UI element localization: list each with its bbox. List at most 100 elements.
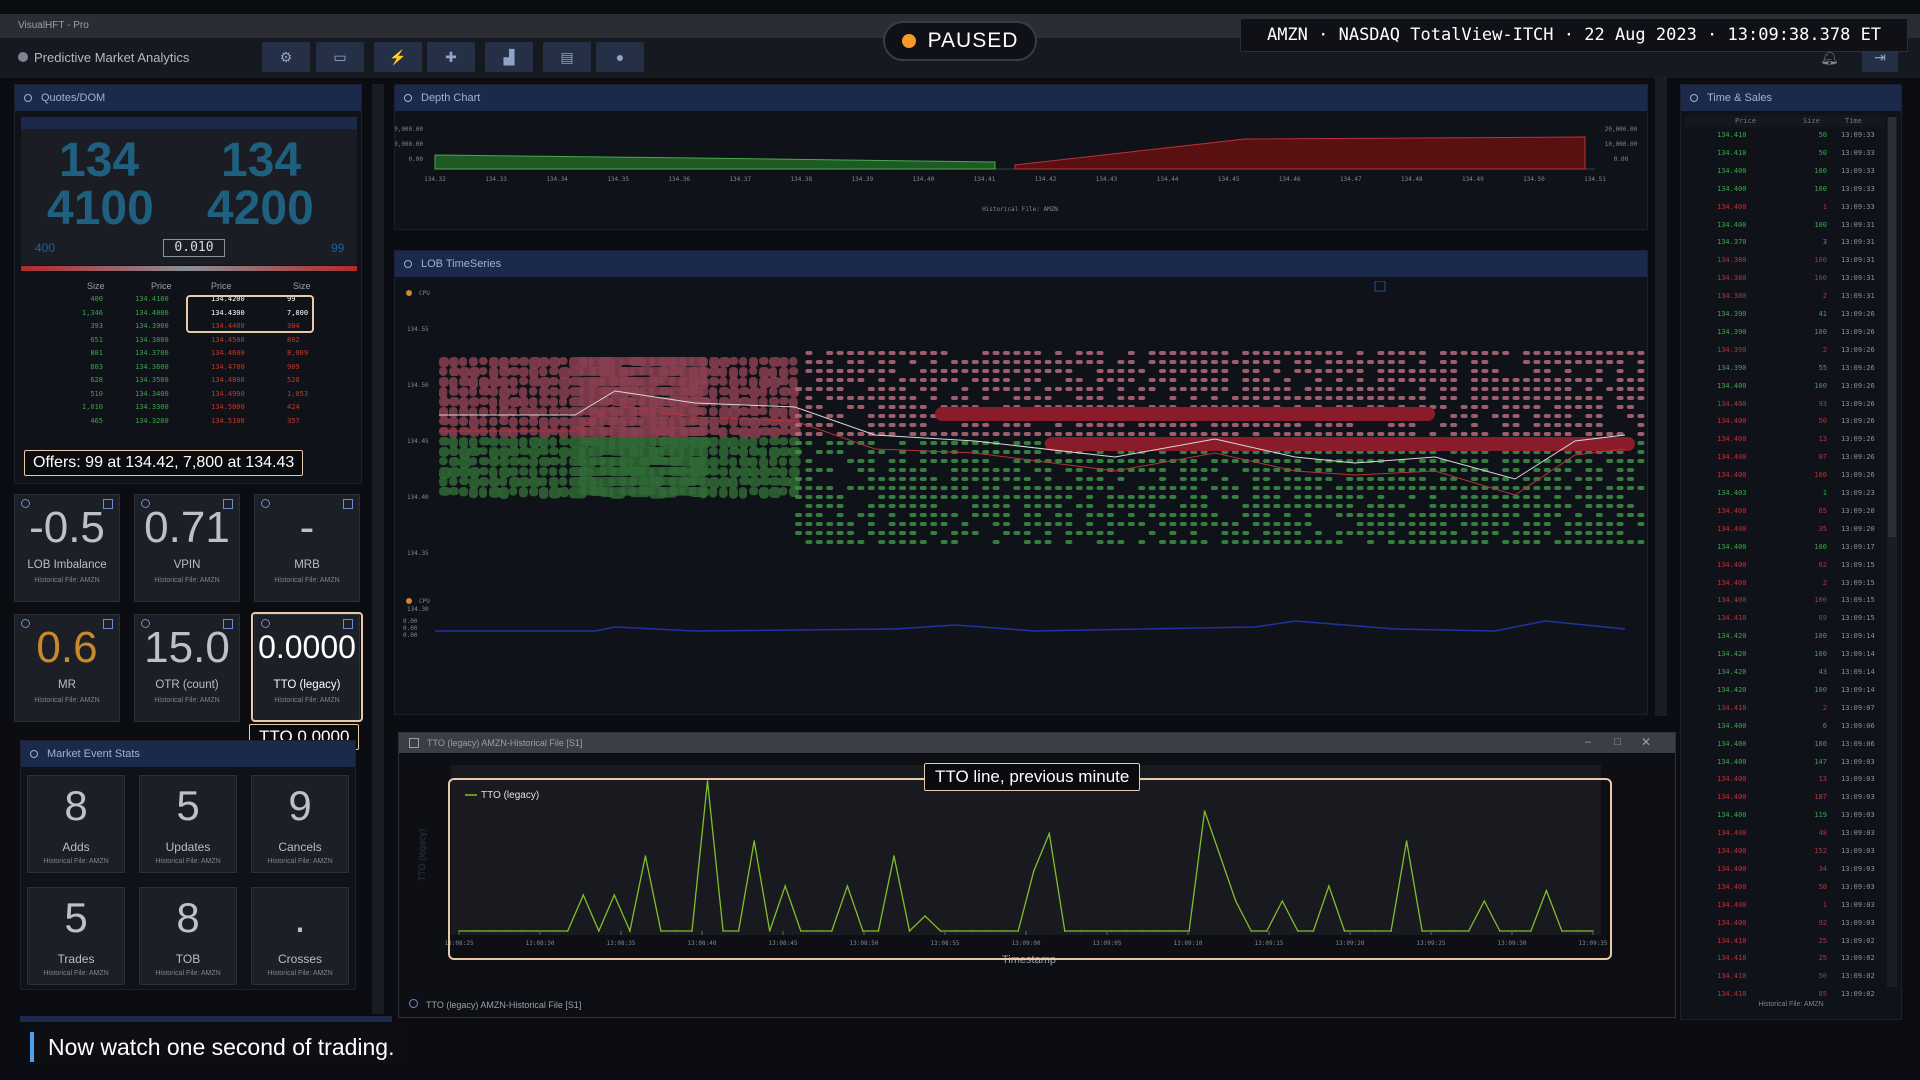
- bid-level-mark: [1200, 504, 1208, 508]
- pin-icon[interactable]: [1690, 94, 1698, 102]
- maximize-button[interactable]: □: [1614, 736, 1621, 748]
- trade-price: 134.380: [1717, 274, 1747, 283]
- lob-y-tick: 134.30: [407, 606, 429, 613]
- ask-level-mark: [1273, 351, 1281, 355]
- bid-level-mark: [1159, 468, 1166, 472]
- ask-level-mark: [1450, 369, 1458, 373]
- ask-level-mark: [1252, 369, 1260, 373]
- bid-level-mark: [940, 486, 948, 490]
- trade-time: 13:09:03: [1841, 829, 1875, 838]
- bid-level-mark: [1211, 459, 1218, 463]
- ask-price-cell: 134.4800: [211, 376, 245, 384]
- bid-level-mark: [769, 477, 781, 486]
- depth-x-tick: 134.36: [668, 176, 690, 183]
- quote-strip: [21, 117, 357, 129]
- trade-time: 13:09:31: [1841, 238, 1875, 247]
- bid-level-mark: [899, 486, 906, 490]
- pin-icon[interactable]: [404, 260, 412, 268]
- bid-level-mark: [1429, 540, 1437, 544]
- minimize-button[interactable]: –: [1585, 736, 1591, 748]
- metric-tile-mrb[interactable]: - MRB Historical File: AMZN: [254, 494, 360, 602]
- ask-level-mark: [1242, 378, 1250, 382]
- bid-level-mark: [749, 447, 760, 456]
- ask-level-mark: [1127, 432, 1135, 436]
- left-panel-scrollbar[interactable]: [372, 84, 384, 1014]
- plugins-button[interactable]: ✚: [427, 42, 475, 72]
- bid-level-mark: [940, 459, 948, 463]
- expand-icon[interactable]: [1374, 281, 1386, 292]
- chart-button[interactable]: ▟: [485, 42, 533, 72]
- metric-tile-otr-count[interactable]: 15.0 OTR (count) Historical File: AMZN: [134, 614, 240, 722]
- bid-level-mark: [971, 459, 979, 463]
- user-button[interactable]: ●: [596, 42, 644, 72]
- trade-price: 134.403: [1717, 489, 1747, 497]
- bid-level-mark: [439, 467, 451, 479]
- event-label: TOB: [175, 952, 201, 966]
- bid-level-mark: [909, 531, 917, 535]
- bid-size-cell: 803: [90, 362, 103, 371]
- app-menu-dropdown[interactable]: Predictive Market Analytics ▼: [18, 50, 269, 65]
- bid-level-mark: [1138, 540, 1146, 544]
- event-source: Historical File: AMZN: [267, 970, 333, 977]
- bid-level-mark: [951, 531, 958, 535]
- ask-level-mark: [1117, 396, 1125, 400]
- trade-time: 13:09:03: [1841, 864, 1875, 873]
- trade-price: 134.390: [1717, 327, 1747, 336]
- bid-level-mark: [878, 495, 886, 499]
- trade-time: 13:09:14: [1841, 668, 1875, 676]
- ask-level-mark: [1325, 351, 1333, 355]
- bid-level-mark: [1335, 486, 1343, 490]
- ask-level-mark: [449, 397, 460, 407]
- bid-level-mark: [1211, 468, 1218, 472]
- bid-level-mark: [1055, 495, 1062, 499]
- bid-level-mark: [1169, 522, 1177, 526]
- bid-level-mark: [982, 468, 990, 472]
- ask-level-mark: [469, 387, 478, 397]
- keyboard-button[interactable]: ▤: [543, 42, 591, 72]
- ask-level-mark: [1044, 360, 1052, 364]
- trade-time: 13:09:31: [1841, 274, 1875, 283]
- bid-level-mark: [1003, 531, 1010, 535]
- bid-level-mark: [699, 467, 711, 476]
- trade-row: 134.390 100 13:09:26: [1685, 328, 1885, 346]
- close-button[interactable]: ✕: [1641, 735, 1651, 749]
- trade-row: 134.400 119 13:09:03: [1685, 811, 1885, 829]
- lightning-button[interactable]: ⚡: [374, 42, 422, 72]
- bid-level-mark: [1231, 459, 1239, 463]
- settings-button[interactable]: ⚙: [262, 42, 310, 72]
- ask-level-mark: [1533, 432, 1541, 436]
- ask-level-mark: [1595, 405, 1603, 409]
- ask-level-mark: [1335, 432, 1343, 436]
- ask-level-mark: [940, 351, 948, 355]
- ask-level-mark: [1231, 423, 1239, 427]
- monitor-button[interactable]: ▭: [316, 42, 364, 72]
- metric-value: 0.71: [144, 503, 230, 552]
- metric-tile-lob-imbalance[interactable]: -0.5 LOB Imbalance Historical File: AMZN: [14, 494, 120, 602]
- scrollbar-thumb[interactable]: [1888, 117, 1896, 537]
- pin-icon[interactable]: [404, 94, 412, 102]
- bid-level-mark: [449, 467, 461, 478]
- bid-level-mark: [1356, 513, 1364, 517]
- ask-level-mark: [1044, 369, 1052, 373]
- pin-icon[interactable]: [24, 94, 32, 102]
- ask-level-mark: [1127, 396, 1135, 400]
- metric-value: 15.0: [144, 623, 230, 672]
- metric-tile-vpin[interactable]: 0.71 VPIN Historical File: AMZN: [134, 494, 240, 602]
- bid-level-mark: [1138, 486, 1146, 490]
- bid-level-mark: [930, 504, 938, 508]
- bid-level-mark: [1252, 504, 1260, 508]
- ask-level-mark: [857, 378, 865, 382]
- bid-level-mark: [1502, 504, 1510, 508]
- bid-level-mark: [1148, 504, 1156, 508]
- depth-x-tick: 134.33: [485, 176, 507, 183]
- pin-icon[interactable]: [30, 750, 38, 758]
- window-icon: [409, 738, 419, 748]
- ask-level-mark: [1211, 351, 1218, 355]
- ask-level-mark: [1138, 369, 1146, 373]
- bid-level-mark: [559, 487, 569, 498]
- bid-level-mark: [1616, 522, 1624, 526]
- right-scrollbar[interactable]: [1655, 76, 1667, 716]
- time-sales-scrollbar[interactable]: [1887, 117, 1897, 987]
- metric-tile-mr[interactable]: 0.6 MR Historical File: AMZN: [14, 614, 120, 722]
- ask-level-mark: [459, 367, 470, 378]
